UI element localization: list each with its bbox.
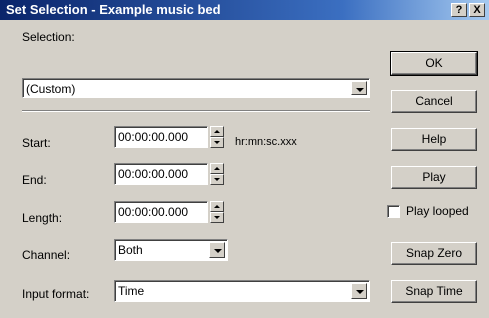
title-bar[interactable]: Set Selection - Example music bed ? X <box>0 0 489 20</box>
length-label: Length: <box>22 211 63 225</box>
ok-button[interactable]: OK <box>390 51 478 76</box>
close-title-button[interactable]: X <box>469 3 485 17</box>
chevron-down-icon <box>356 290 364 294</box>
chevron-down-icon <box>214 249 222 253</box>
end-label: End: <box>22 173 47 187</box>
end-spin-up[interactable] <box>210 163 224 174</box>
length-spinner[interactable] <box>210 201 224 223</box>
snap-zero-button[interactable]: Snap Zero <box>391 242 477 265</box>
set-selection-dialog: Set Selection - Example music bed ? X Se… <box>0 0 489 318</box>
end-input[interactable]: 00:00:00.000 <box>114 163 208 185</box>
arrow-down-icon <box>214 141 220 144</box>
end-spin-down[interactable] <box>210 174 224 185</box>
input-format-label: Input format: <box>22 287 90 301</box>
start-value: 00:00:00.000 <box>118 130 189 144</box>
selection-dropdown-button[interactable] <box>351 81 367 95</box>
channel-dropdown[interactable]: Both <box>114 239 228 261</box>
channel-value: Both <box>118 243 143 257</box>
cancel-button[interactable]: Cancel <box>391 90 477 113</box>
input-format-dropdown-button[interactable] <box>351 283 367 299</box>
length-spin-up[interactable] <box>210 201 224 212</box>
end-value: 00:00:00.000 <box>118 167 189 181</box>
channel-label: Channel: <box>22 248 71 262</box>
start-spin-down[interactable] <box>210 137 224 148</box>
start-spinner[interactable] <box>210 126 224 148</box>
window-title: Set Selection - Example music bed <box>6 2 221 17</box>
help-title-button[interactable]: ? <box>451 3 467 17</box>
channel-dropdown-button[interactable] <box>209 242 225 258</box>
selection-label: Selection: <box>22 30 75 44</box>
end-spinner[interactable] <box>210 163 224 185</box>
help-button[interactable]: Help <box>391 128 477 151</box>
arrow-up-icon <box>214 167 220 170</box>
chevron-down-icon <box>356 88 364 92</box>
play-looped-label[interactable]: Play looped <box>406 204 469 218</box>
start-input[interactable]: 00:00:00.000 <box>114 126 208 148</box>
selection-dropdown[interactable]: (Custom) <box>22 78 370 98</box>
arrow-down-icon <box>214 216 220 219</box>
separator <box>22 110 370 112</box>
play-button[interactable]: Play <box>391 166 477 189</box>
start-spin-up[interactable] <box>210 126 224 137</box>
start-label: Start: <box>22 136 51 150</box>
input-format-value: Time <box>118 284 145 298</box>
time-format-hint: hr:mn:sc.xxx <box>235 136 297 148</box>
arrow-up-icon <box>214 130 220 133</box>
snap-time-button[interactable]: Snap Time <box>391 280 477 303</box>
length-spin-down[interactable] <box>210 212 224 223</box>
arrow-up-icon <box>214 205 220 208</box>
length-value: 00:00:00.000 <box>118 205 189 219</box>
input-format-dropdown[interactable]: Time <box>114 280 370 302</box>
length-input[interactable]: 00:00:00.000 <box>114 201 208 223</box>
selection-value: (Custom) <box>26 82 76 96</box>
play-looped-checkbox[interactable] <box>387 205 400 218</box>
arrow-down-icon <box>214 178 220 181</box>
